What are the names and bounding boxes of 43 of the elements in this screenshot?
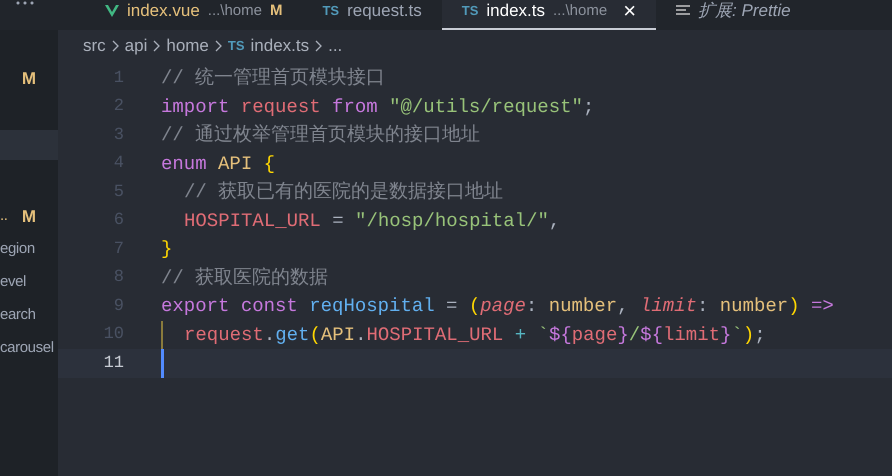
line-number: 11 (102, 352, 124, 374)
breadcrumb-item[interactable]: index.ts (250, 33, 310, 59)
code-line: HOSPITAL_URL = "/hosp/hospital/", (184, 208, 560, 234)
chevron-right-icon (153, 40, 160, 52)
breadcrumb-item[interactable]: ... (328, 33, 342, 59)
text-cursor (161, 349, 164, 378)
close-button[interactable]: × (623, 1, 636, 21)
code-line: enum API { (161, 152, 276, 176)
typescript-icon: TS (462, 1, 478, 21)
modified-status-label: M (22, 68, 36, 90)
code-line: export const reqHospital = (page: number, limit: number) => (161, 294, 834, 319)
typescript-icon: TS (228, 36, 245, 56)
modified-status-label: M (270, 1, 282, 21)
tab-label: index.ts (486, 1, 545, 21)
tab-label: request.ts (347, 1, 422, 21)
tab-label: 扩展: Prettie (698, 1, 791, 21)
code-line: // 获取医院的数据 (161, 266, 328, 290)
file-name[interactable]: evel (0, 271, 26, 294)
typescript-icon: TS (322, 1, 340, 21)
editor-tab[interactable]: TS index.ts ...\home × (442, 0, 656, 30)
file-name[interactable]: egion (0, 238, 35, 261)
code-line: // 统一管理首页模块接口 (161, 66, 386, 91)
tab-label: index.vue (127, 1, 200, 21)
code-line: } (161, 237, 172, 262)
chevron-right-icon (112, 40, 119, 52)
vue-logo-icon (105, 5, 119, 17)
more-icon[interactable] (15, 0, 35, 6)
list-icon (676, 5, 690, 17)
code-line: // 通过枚举管理首页模块的接口地址 (161, 123, 480, 148)
breadcrumb-item[interactable]: home (166, 33, 209, 59)
file-name[interactable]: .. (0, 205, 8, 228)
file-name[interactable]: earch (0, 304, 36, 327)
code-line: import request from "@/utils/request"; (161, 94, 594, 120)
chevron-right-icon (214, 40, 222, 52)
breadcrumb-item[interactable]: src (83, 33, 106, 59)
code-line: // 获取已有的医院的是数据接口地址 (184, 180, 504, 205)
tab-path: ...\home (208, 1, 262, 21)
tab-path: ...\home (552, 1, 608, 21)
code-line: request.get(API.HOSPITAL_URL + `${page}/${limit}`); (184, 322, 766, 348)
breadcrumb-item[interactable]: api (124, 33, 148, 59)
file-name[interactable]: carousel (0, 337, 54, 360)
chevron-right-icon (315, 40, 322, 52)
modified-status-label: M (22, 206, 36, 228)
